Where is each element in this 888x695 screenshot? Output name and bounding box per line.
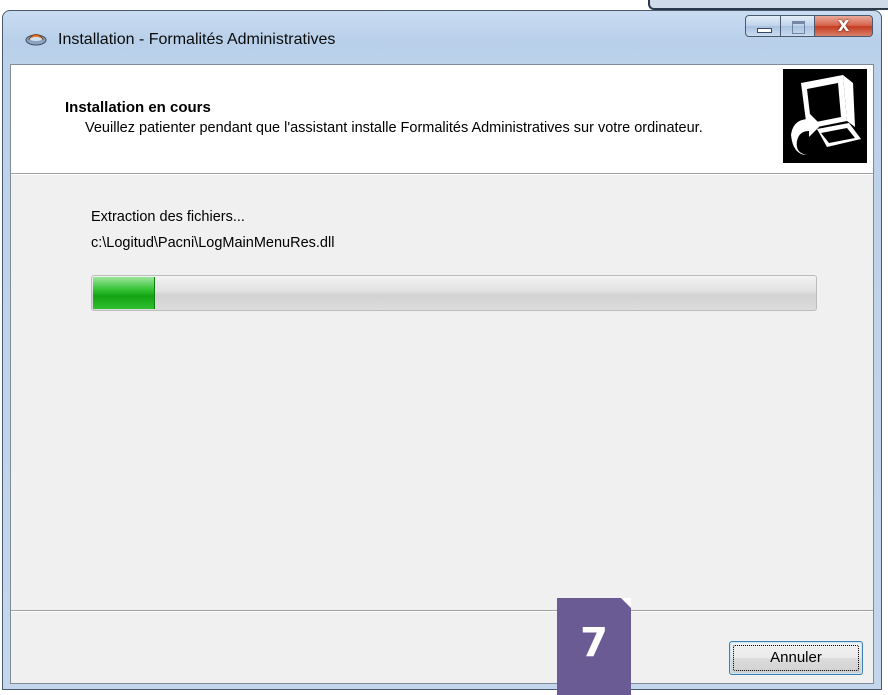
current-file-path: c:\Logitud\Pacni\LogMainMenuRes.dll: [91, 235, 335, 251]
badge-corner-fold: [621, 598, 631, 608]
cancel-button[interactable]: Annuler: [729, 641, 863, 675]
maximize-icon: [792, 21, 805, 34]
installer-window: Installation - Formalités Administrative…: [2, 10, 882, 690]
progress-bar: [91, 275, 817, 311]
close-icon: X: [837, 17, 850, 35]
close-button[interactable]: X: [815, 15, 873, 37]
minimize-button[interactable]: [745, 15, 781, 37]
minimize-icon: [757, 28, 772, 33]
window-title: Installation - Formalités Administrative…: [58, 31, 336, 48]
progress-bar-fill: [93, 277, 155, 309]
installer-app-icon: [25, 34, 47, 46]
status-text: Extraction des fichiers...: [91, 209, 245, 225]
page-description: Veuillez patienter pendant que l'assista…: [85, 120, 703, 136]
wizard-header: Installation en cours Veuillez patienter…: [11, 65, 873, 173]
header-separator: [11, 173, 873, 175]
maximize-button: [781, 15, 815, 37]
footer-separator: [11, 610, 873, 612]
cancel-button-label: Annuler: [770, 649, 822, 666]
page-title: Installation en cours: [65, 99, 211, 116]
wizard-client-area: Installation en cours Veuillez patienter…: [10, 64, 874, 684]
background-window-edge: [648, 0, 888, 10]
computer-install-icon: [783, 69, 867, 163]
step-badge: 7: [557, 598, 631, 695]
step-number: 7: [580, 620, 608, 666]
caption-buttons: X: [745, 15, 873, 39]
